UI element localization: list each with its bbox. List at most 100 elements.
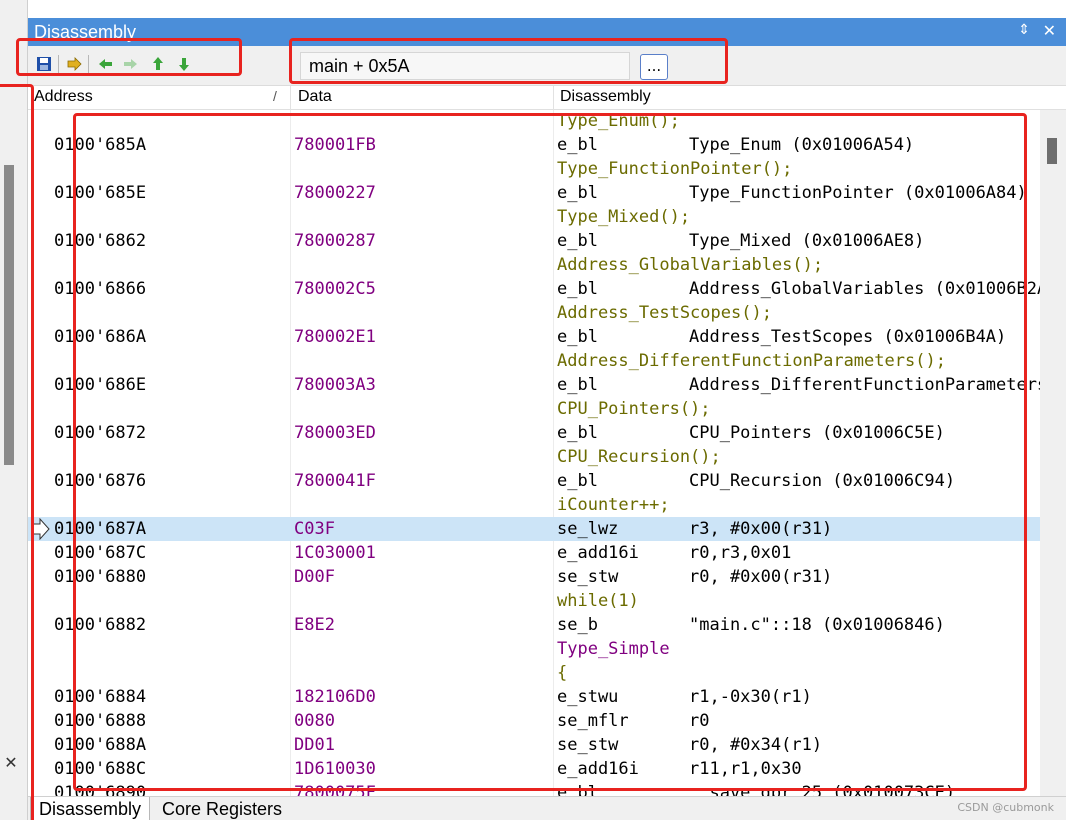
tab-core-registers[interactable]: Core Registers	[154, 797, 290, 820]
instruction-row[interactable]: 0100'687C 1C030001 e_add16i r0,r3,0x01	[28, 541, 1040, 565]
instruction-operands: r0	[689, 711, 710, 731]
instruction-operands: Type_Mixed (0x01006AE8)	[689, 231, 925, 251]
left-panel-close-icon[interactable]: ✕	[0, 752, 22, 774]
instruction-mnemonic: se_mflr	[557, 711, 629, 731]
goto-button[interactable]	[64, 54, 84, 74]
instruction-address: 0100'6866	[54, 279, 147, 299]
source-line-row[interactable]: Address_DifferentFunctionParameters();	[28, 349, 1040, 373]
instruction-operands: Address_TestScopes (0x01006B4A)	[689, 327, 1007, 347]
column-divider[interactable]	[290, 86, 291, 110]
sort-indicator-icon: /	[273, 88, 277, 104]
source-line-row[interactable]: while(1)	[28, 589, 1040, 613]
instruction-row[interactable]: 0100'688C 1D610030 e_add16i r11,r1,0x30	[28, 757, 1040, 781]
instruction-row[interactable]: 0100'6888 0080 se_mflr r0	[28, 709, 1040, 733]
source-line-text: iCounter++;	[557, 495, 670, 515]
down-button[interactable]	[174, 54, 194, 74]
column-address[interactable]: Address	[34, 88, 93, 106]
instruction-mnemonic: se_lwz	[557, 519, 619, 539]
source-line-row[interactable]: Address_TestScopes();	[28, 301, 1040, 325]
instruction-data: 7800041F	[294, 471, 376, 491]
instruction-operands: __save_gpr_25 (0x010073CE)	[689, 783, 956, 796]
window-close-icon[interactable]: ✕	[1043, 21, 1056, 40]
forward-button[interactable]	[120, 54, 140, 74]
instruction-operands: Type_FunctionPointer (0x01006A84)	[689, 183, 1027, 203]
instruction-row[interactable]: 0100'6884 182106D0 e_stwu r1,-0x30(r1)	[28, 685, 1040, 709]
column-divider[interactable]	[553, 86, 554, 110]
instruction-mnemonic: e_bl	[557, 183, 598, 203]
disassembly-window: Disassembly ⇕ ✕ ... Address / Data	[28, 0, 1066, 820]
instruction-row[interactable]: 0100'686A 780002E1 e_bl Address_TestScopes …	[28, 325, 1040, 349]
scrollbar-thumb[interactable]	[1047, 138, 1057, 164]
source-line-row[interactable]: iCounter++;	[28, 493, 1040, 517]
window-title: Disassembly	[34, 22, 137, 42]
instruction-data: 1D610030	[294, 759, 376, 779]
instruction-row[interactable]: 0100'6872 780003ED e_bl CPU_Pointers (0x010…	[28, 421, 1040, 445]
instruction-row[interactable]: 0100'6890 7800075F e_bl __save_gpr_25 (0x01…	[28, 781, 1040, 796]
instruction-row[interactable]: 0100'6866 780002C5 e_bl Address_GlobalVaria…	[28, 277, 1040, 301]
arrow-right-icon	[124, 59, 137, 69]
instruction-row[interactable]: 0100'687A C03F se_lwz r3, #0x00(r31)	[28, 517, 1040, 541]
instruction-operands: r3, #0x00(r31)	[689, 519, 833, 539]
instruction-data: C03F	[294, 519, 335, 539]
instruction-mnemonic: e_bl	[557, 279, 598, 299]
source-line-row[interactable]: Address_GlobalVariables();	[28, 253, 1040, 277]
instruction-operands: "main.c"::18 (0x01006846)	[689, 615, 945, 635]
instruction-mnemonic: e_bl	[557, 783, 598, 796]
source-line-row[interactable]: Type_Simple	[28, 637, 1040, 661]
pin-icon[interactable]: ⇕	[1018, 22, 1030, 38]
instruction-operands: CPU_Recursion (0x01006C94)	[689, 471, 956, 491]
instruction-address: 0100'6890	[54, 783, 147, 796]
left-panel-scrollbar[interactable]	[4, 165, 14, 465]
window-titlebar: Disassembly ⇕ ✕	[28, 18, 1066, 46]
up-button[interactable]	[148, 54, 168, 74]
instruction-address: 0100'685A	[54, 135, 147, 155]
instruction-row[interactable]: 0100'6862 78000287 e_bl Type_Mixed (0x01006…	[28, 229, 1040, 253]
vertical-scrollbar[interactable]	[1040, 110, 1066, 796]
instruction-row[interactable]: 0100'686E 780003A3 e_bl Address_DifferentFu…	[28, 373, 1040, 397]
instruction-mnemonic: e_bl	[557, 375, 598, 395]
instruction-data: 780001FB	[294, 135, 376, 155]
instruction-mnemonic: e_add16i	[557, 543, 639, 563]
address-input[interactable]	[300, 52, 630, 80]
source-line-text: while(1)	[557, 591, 639, 611]
source-line-row[interactable]: CPU_Recursion();	[28, 445, 1040, 469]
instruction-row[interactable]: 0100'6882 E8E2 se_b "main.c"::18 (0x0100684…	[28, 613, 1040, 637]
source-line-row[interactable]: Type_FunctionPointer();	[28, 157, 1040, 181]
goto-arrow-icon	[67, 57, 82, 71]
left-side-panel: ✕	[0, 0, 28, 820]
instruction-operands: Address_GlobalVariables (0x01006B2A)	[689, 279, 1040, 299]
instruction-address: 0100'686A	[54, 327, 147, 347]
instruction-row[interactable]: 0100'6876 7800041F e_bl CPU_Recursion (0x01…	[28, 469, 1040, 493]
source-line-row[interactable]: {	[28, 661, 1040, 685]
instruction-row[interactable]: 0100'688A DD01 se_stw r0, #0x34(r1)	[28, 733, 1040, 757]
back-button[interactable]	[96, 54, 116, 74]
source-line-row[interactable]: Type_Enum();	[28, 110, 1040, 133]
arrow-down-icon	[179, 58, 189, 71]
source-line-text: Type_Simple	[557, 639, 670, 659]
arrow-left-icon	[99, 59, 112, 69]
column-data[interactable]: Data	[298, 88, 332, 106]
save-icon	[37, 57, 51, 71]
source-line-text: {	[557, 663, 568, 683]
source-line-text: Address_DifferentFunctionParameters();	[557, 351, 946, 371]
source-line-row[interactable]: CPU_Pointers();	[28, 397, 1040, 421]
instruction-address: 0100'687C	[54, 543, 147, 563]
toolbar-separator	[88, 55, 89, 73]
save-button[interactable]	[34, 54, 54, 74]
tab-disassembly[interactable]: Disassembly	[30, 797, 151, 820]
column-disassembly[interactable]: Disassembly	[560, 88, 651, 106]
instruction-row[interactable]: 0100'685E 78000227 e_bl Type_FunctionPointe…	[28, 181, 1040, 205]
instruction-mnemonic: se_b	[557, 615, 598, 635]
instruction-row[interactable]: 0100'685A 780001FB e_bl Type_Enum (0x01006A…	[28, 133, 1040, 157]
instruction-address: 0100'6880	[54, 567, 147, 587]
instruction-data: 1C030001	[294, 543, 376, 563]
disassembly-grid[interactable]: Type_Enum(); 0100'685A 780001FB e_bl Type_En…	[28, 110, 1040, 796]
source-line-row[interactable]: Type_Mixed();	[28, 205, 1040, 229]
browse-button[interactable]: ...	[640, 54, 668, 80]
instruction-operands: r0, #0x34(r1)	[689, 735, 823, 755]
instruction-address: 0100'6884	[54, 687, 147, 707]
instruction-mnemonic: se_stw	[557, 735, 619, 755]
arrow-up-icon	[153, 57, 163, 70]
instruction-mnemonic: e_stwu	[557, 687, 619, 707]
instruction-row[interactable]: 0100'6880 D00F se_stw r0, #0x00(r31)	[28, 565, 1040, 589]
